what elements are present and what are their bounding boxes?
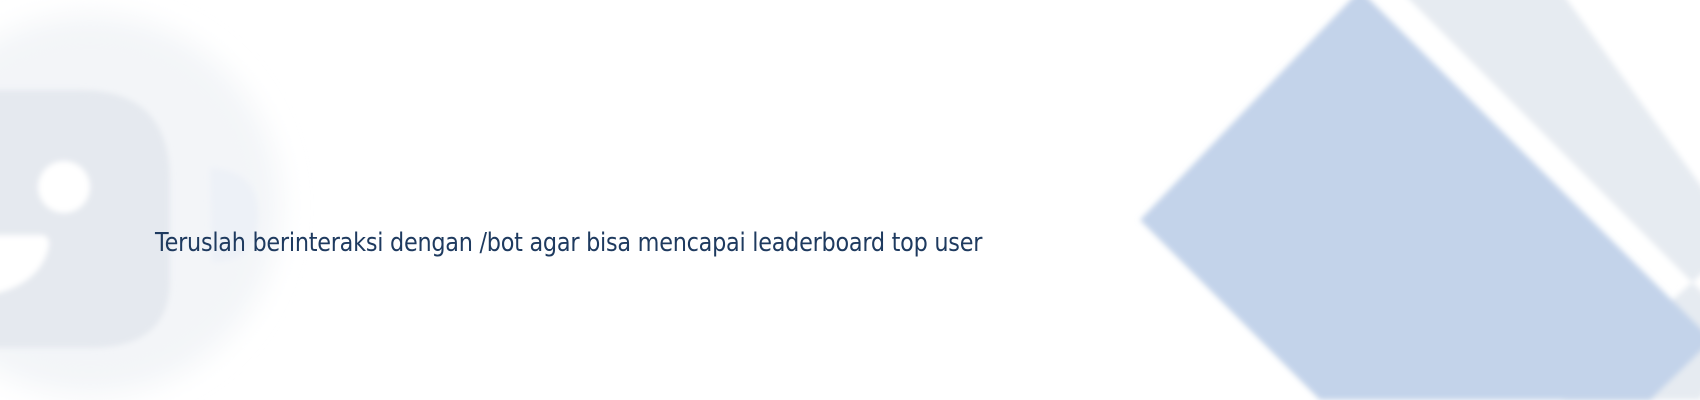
banner-message: Teruslah berinteraksi dengan /bot agar b… [155, 228, 983, 258]
icon-bubble-shape [0, 90, 170, 348]
banner-canvas: Teruslah berinteraksi dengan /bot agar b… [0, 0, 1700, 400]
blurred-chat-bubble-icon [0, 15, 280, 395]
background-decorations [0, 0, 1700, 400]
icon-eye-dot [38, 161, 90, 213]
diamond-shape [1140, 0, 1700, 400]
